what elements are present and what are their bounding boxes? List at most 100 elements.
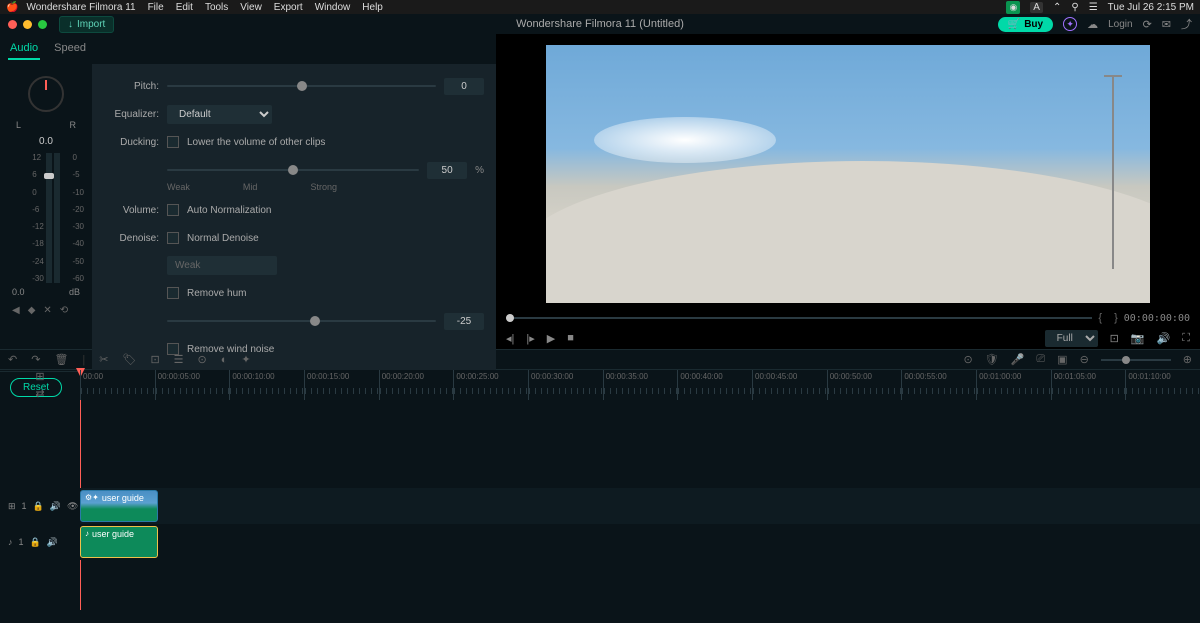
timeline-settings-icon[interactable]: ⊞ [35, 370, 44, 383]
marker-icon[interactable]: ▣ [1057, 353, 1067, 366]
keyframe-icon[interactable]: ◆ [28, 305, 36, 316]
crop-icon[interactable]: ⊡ [150, 353, 159, 366]
pan-knob[interactable] [28, 76, 64, 112]
volume-row: Volume: Auto Normalization [104, 200, 484, 220]
db-value: 0.0 [12, 287, 25, 297]
menu-export[interactable]: Export [274, 2, 303, 13]
mute-icon[interactable]: 🔊 [50, 501, 61, 512]
ducking-slider[interactable] [167, 169, 419, 171]
pitch-input[interactable] [444, 78, 484, 95]
list-icon[interactable]: ☰ [174, 353, 184, 366]
pitch-slider[interactable] [167, 85, 436, 87]
step-back-icon[interactable]: |▸ [526, 332, 534, 345]
menu-window[interactable]: Window [315, 2, 351, 13]
zoom-in-icon[interactable]: ⊕ [1183, 353, 1192, 366]
history-icon[interactable]: ⟳ [1143, 18, 1152, 31]
ducking-text: Lower the volume of other clips [187, 137, 325, 148]
capture-icon[interactable]: ⊡ [1110, 332, 1119, 345]
eq-select[interactable]: Default [167, 105, 272, 124]
mark-out[interactable]: } [1114, 312, 1118, 324]
control-center-icon[interactable]: ☰ [1089, 2, 1098, 13]
apple-icon[interactable]: 🍎 [6, 2, 18, 13]
quality-select[interactable]: Full [1045, 330, 1098, 347]
close-icon[interactable] [8, 20, 17, 29]
video-clip[interactable]: ⚙✦ user guide [80, 490, 158, 522]
snapshot-icon[interactable]: 📷 [1131, 332, 1145, 345]
hum-slider[interactable] [167, 320, 436, 322]
preview-video[interactable] [546, 45, 1150, 303]
keyframe-del-icon[interactable]: ✕ [43, 305, 51, 316]
badge-a: A [1030, 2, 1043, 13]
menu-tools[interactable]: Tools [205, 2, 228, 13]
mac-menubar: 🍎 Wondershare Filmora 11 File Edit Tools… [0, 0, 1200, 14]
lock2-icon[interactable]: 🔒 [30, 537, 41, 548]
timeline-ruler[interactable]: 00:0000:00:05:0000:00:10:0000:00:15:0000… [80, 370, 1200, 400]
scrubber-handle[interactable] [506, 314, 514, 322]
denoise-strength[interactable]: Weak [167, 256, 277, 275]
vu-handle[interactable] [44, 173, 54, 179]
ducking-checkbox[interactable] [167, 136, 179, 148]
ruler-mark: 00:00:30:00 [528, 370, 603, 400]
menu-edit[interactable]: Edit [176, 2, 193, 13]
zoom-slider[interactable] [1101, 359, 1171, 361]
maximize-icon[interactable] [38, 20, 47, 29]
expand-icon[interactable]: ⛶ [1182, 332, 1190, 345]
search-icon[interactable]: ⚲ [1071, 2, 1078, 13]
ruler-mark: 00:00:05:00 [155, 370, 230, 400]
denoise-checkbox[interactable] [167, 232, 179, 244]
cloud-icon[interactable]: ☁ [1087, 18, 1098, 31]
bluetooth-icon[interactable]: ⌃ [1053, 2, 1061, 13]
scrubber-track[interactable] [506, 317, 1092, 319]
ruler-mark: 00:00:35:00 [603, 370, 678, 400]
vu-slider[interactable] [46, 153, 52, 283]
tab-audio[interactable]: Audio [8, 38, 40, 60]
minimize-icon[interactable] [23, 20, 32, 29]
keyframe-prev-icon[interactable]: ◀ [12, 305, 20, 316]
import-button[interactable]: ↓ Import [59, 16, 114, 33]
audio-clip-label: user guide [92, 529, 134, 539]
zoom-thumb[interactable] [1122, 356, 1130, 364]
autonorm-checkbox[interactable] [167, 204, 179, 216]
tab-speed[interactable]: Speed [52, 38, 88, 60]
zoom-out-icon[interactable]: ⊖ [1080, 353, 1089, 366]
hum-checkbox[interactable] [167, 287, 179, 299]
timeline-link-icon[interactable]: ⇄ [35, 387, 44, 400]
color-icon[interactable]: ◐ [221, 354, 228, 366]
audio-clip[interactable]: ♪ user guide [80, 526, 158, 558]
clock[interactable]: Tue Jul 26 2:15 PM [1108, 2, 1194, 13]
menu-app[interactable]: Wondershare Filmora 11 [26, 2, 135, 13]
sparkle-icon[interactable]: ✦ [1063, 17, 1077, 31]
hum-value[interactable] [444, 313, 484, 330]
video-track-icon: ⊞ [8, 501, 16, 512]
mic-icon[interactable]: 🎤 [1011, 353, 1025, 366]
play-icon[interactable]: ▶ [547, 332, 555, 345]
menu-help[interactable]: Help [362, 2, 383, 13]
ruler-mark: 00:00:25:00 [453, 370, 528, 400]
window-controls[interactable] [8, 20, 47, 29]
login-button[interactable]: Login [1108, 19, 1132, 30]
mark-in[interactable]: { [1098, 312, 1102, 324]
cut-icon[interactable]: ✂ [99, 353, 108, 366]
tag-icon[interactable]: 🏷 [122, 353, 136, 366]
shield-icon[interactable]: 🛡 [985, 353, 999, 366]
export-icon[interactable]: ⤴ [1181, 16, 1192, 32]
ruler-mark: 00:00:45:00 [752, 370, 827, 400]
mute2-icon[interactable]: 🔊 [47, 537, 58, 548]
denoise-text: Normal Denoise [187, 233, 259, 244]
ruler-mark: 00:00:10:00 [229, 370, 304, 400]
ducking-value[interactable] [427, 162, 467, 179]
hide-icon[interactable]: 👁 [67, 501, 78, 512]
menu-file[interactable]: File [148, 2, 164, 13]
mixer-icon[interactable]: ⎚ [1036, 353, 1045, 366]
lock-icon[interactable]: 🔒 [33, 501, 44, 512]
record-icon[interactable]: ⊙ [963, 353, 972, 366]
messages-icon[interactable]: ✉ [1162, 18, 1171, 31]
prev-frame-icon[interactable]: ◂| [506, 332, 514, 345]
stop-icon[interactable]: ■ [567, 332, 574, 344]
speed-icon[interactable]: ⊙ [198, 353, 207, 366]
menu-view[interactable]: View [240, 2, 262, 13]
volume-icon[interactable]: 🔊 [1157, 332, 1171, 345]
keyframe-reset-icon[interactable]: ⟲ [60, 305, 68, 316]
buy-button[interactable]: 🛒 Buy [998, 17, 1053, 32]
effects-icon[interactable]: ✦ [241, 353, 250, 366]
